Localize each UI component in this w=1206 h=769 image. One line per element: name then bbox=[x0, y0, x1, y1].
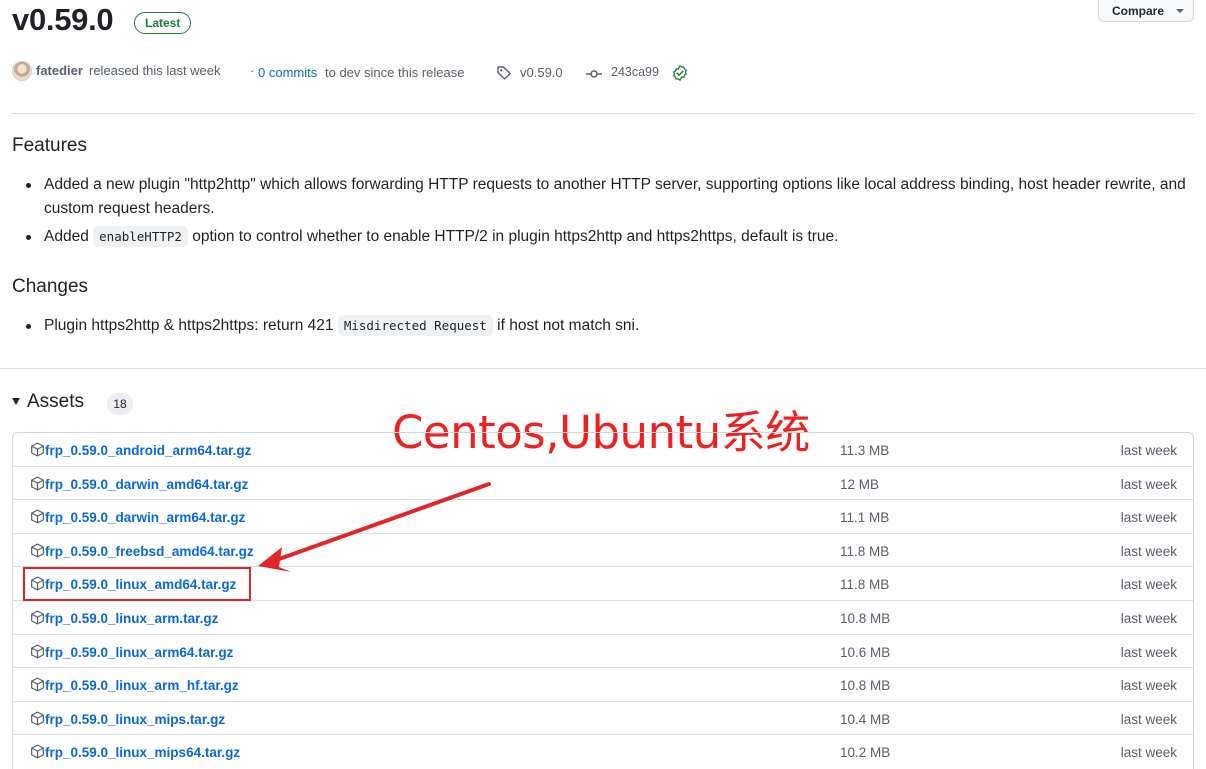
asset-date: last week bbox=[1120, 745, 1177, 761]
changes-heading: Changes bbox=[12, 276, 89, 297]
asset-size: 10.8 MB bbox=[840, 678, 891, 694]
divider bbox=[0, 368, 1206, 369]
released-text: released this last week bbox=[89, 63, 221, 78]
asset-download-link[interactable]: frp_0.59.0_linux_arm64.tar.gz bbox=[45, 645, 233, 660]
asset-size: 11.3 MB bbox=[840, 443, 890, 458]
asset-size: 11.8 MB bbox=[840, 543, 890, 559]
asset-date: last week bbox=[1120, 476, 1177, 492]
tag-icon bbox=[497, 66, 511, 80]
asset-size: 10.6 MB bbox=[840, 644, 891, 660]
features-heading: Features bbox=[12, 135, 87, 156]
asset-row: frp_0.59.0_linux_arm_hf.tar.gz 10.8 MB las… bbox=[13, 668, 1193, 702]
asset-date: last week bbox=[1120, 577, 1177, 593]
chevron-down-icon bbox=[1176, 8, 1185, 13]
asset-date: last week bbox=[1120, 443, 1177, 458]
package-icon bbox=[31, 610, 44, 625]
asset-date: last week bbox=[1120, 610, 1177, 626]
asset-download-link[interactable]: frp_0.59.0_linux_mips.tar.gz bbox=[45, 712, 225, 727]
code-snippet: Misdirected Request bbox=[337, 315, 493, 336]
package-icon bbox=[31, 644, 44, 659]
asset-download-link[interactable]: frp_0.59.0_darwin_arm64.tar.gz bbox=[45, 510, 245, 525]
asset-row: frp_0.59.0_darwin_amd64.tar.gz 12 MB last … bbox=[13, 467, 1193, 501]
author-link[interactable]: fatedier bbox=[36, 63, 83, 78]
asset-date: last week bbox=[1120, 711, 1177, 727]
asset-date: last week bbox=[1120, 510, 1177, 526]
asset-row: frp_0.59.0_linux_mips.tar.gz 10.4 MB last … bbox=[13, 702, 1193, 736]
latest-badge: Latest bbox=[134, 12, 192, 34]
commits-link[interactable]: 0 commits bbox=[258, 65, 317, 80]
asset-size: 11.1 MB bbox=[840, 510, 890, 526]
asset-size: 10.8 MB bbox=[840, 610, 891, 626]
asset-row: frp_0.59.0_linux_mips64.tar.gz 10.2 MB las… bbox=[13, 735, 1193, 769]
feature-text-post: option to control whether to enable HTTP… bbox=[192, 228, 839, 245]
asset-download-link[interactable]: frp_0.59.0_linux_arm_hf.tar.gz bbox=[45, 678, 239, 693]
asset-size: 10.4 MB bbox=[840, 711, 891, 727]
code-snippet: enableHTTP2 bbox=[93, 226, 188, 247]
asset-row: frp_0.59.0_linux_arm.tar.gz 10.8 MB last w… bbox=[13, 601, 1193, 635]
commit-icon bbox=[586, 70, 602, 78]
assets-heading[interactable]: Assets bbox=[27, 391, 84, 413]
feature-text: Added a new plugin "http2http" which all… bbox=[44, 176, 1186, 217]
asset-row: frp_0.59.0_freebsd_amd64.tar.gz 11.8 MB la… bbox=[13, 534, 1193, 568]
separator: · bbox=[250, 63, 255, 78]
verified-check-icon[interactable] bbox=[672, 65, 688, 81]
asset-download-link[interactable]: frp_0.59.0_linux_arm.tar.gz bbox=[45, 611, 218, 626]
asset-download-link[interactable]: frp_0.59.0_android_arm64.tar.gz bbox=[45, 443, 251, 458]
feature-text-pre: Added bbox=[44, 228, 89, 245]
asset-download-link[interactable]: frp_0.59.0_darwin_amd64.tar.gz bbox=[45, 477, 248, 492]
asset-download-link[interactable]: frp_0.59.0_freebsd_amd64.tar.gz bbox=[45, 544, 254, 559]
package-icon bbox=[31, 543, 44, 558]
change-text-post: if host not match sni. bbox=[497, 317, 640, 334]
annotation-highlight-box bbox=[23, 567, 251, 601]
package-icon bbox=[31, 442, 44, 457]
package-icon bbox=[31, 476, 44, 491]
asset-row: frp_0.59.0_linux_arm64.tar.gz 10.6 MB last… bbox=[13, 635, 1193, 669]
tag-link[interactable]: v0.59.0 bbox=[520, 65, 563, 80]
release-meta: fatedier released this last week · 0 com… bbox=[12, 60, 732, 84]
feature-item: Added a new plugin "http2http" which all… bbox=[26, 173, 1204, 221]
feature-item: Added enableHTTP2 option to control whet… bbox=[26, 225, 1204, 249]
asset-row: frp_0.59.0_android_arm64.tar.gz 11.3 MB la… bbox=[13, 433, 1193, 467]
package-icon bbox=[31, 711, 44, 726]
release-header: v0.59.0 Latest Compare bbox=[12, 0, 1194, 50]
assets-count-badge: 18 bbox=[107, 393, 133, 415]
change-item: Plugin https2http & https2https: return … bbox=[26, 314, 1204, 338]
divider bbox=[12, 113, 1194, 114]
asset-date: last week bbox=[1120, 678, 1177, 694]
asset-date: last week bbox=[1120, 644, 1177, 660]
asset-size: 10.2 MB bbox=[840, 745, 891, 761]
asset-row: frp_0.59.0_darwin_arm64.tar.gz 11.1 MB las… bbox=[13, 500, 1193, 534]
asset-download-link[interactable]: frp_0.59.0_linux_mips64.tar.gz bbox=[45, 745, 240, 760]
release-version[interactable]: v0.59.0 bbox=[12, 2, 114, 38]
asset-size: 12 MB bbox=[840, 476, 880, 492]
change-text-pre: Plugin https2http & https2https: return … bbox=[44, 317, 334, 334]
asset-size: 11.8 MB bbox=[840, 577, 890, 593]
package-icon bbox=[31, 744, 44, 759]
asset-date: last week bbox=[1120, 543, 1177, 559]
package-icon bbox=[31, 677, 44, 692]
collapse-triangle-icon[interactable] bbox=[12, 398, 20, 405]
commits-text: to dev since this release bbox=[325, 65, 465, 80]
package-icon bbox=[31, 509, 44, 524]
commit-sha-link[interactable]: 243ca99 bbox=[611, 65, 659, 79]
compare-button[interactable]: Compare bbox=[1098, 0, 1194, 22]
compare-label: Compare bbox=[1112, 3, 1165, 18]
avatar[interactable] bbox=[12, 61, 32, 81]
